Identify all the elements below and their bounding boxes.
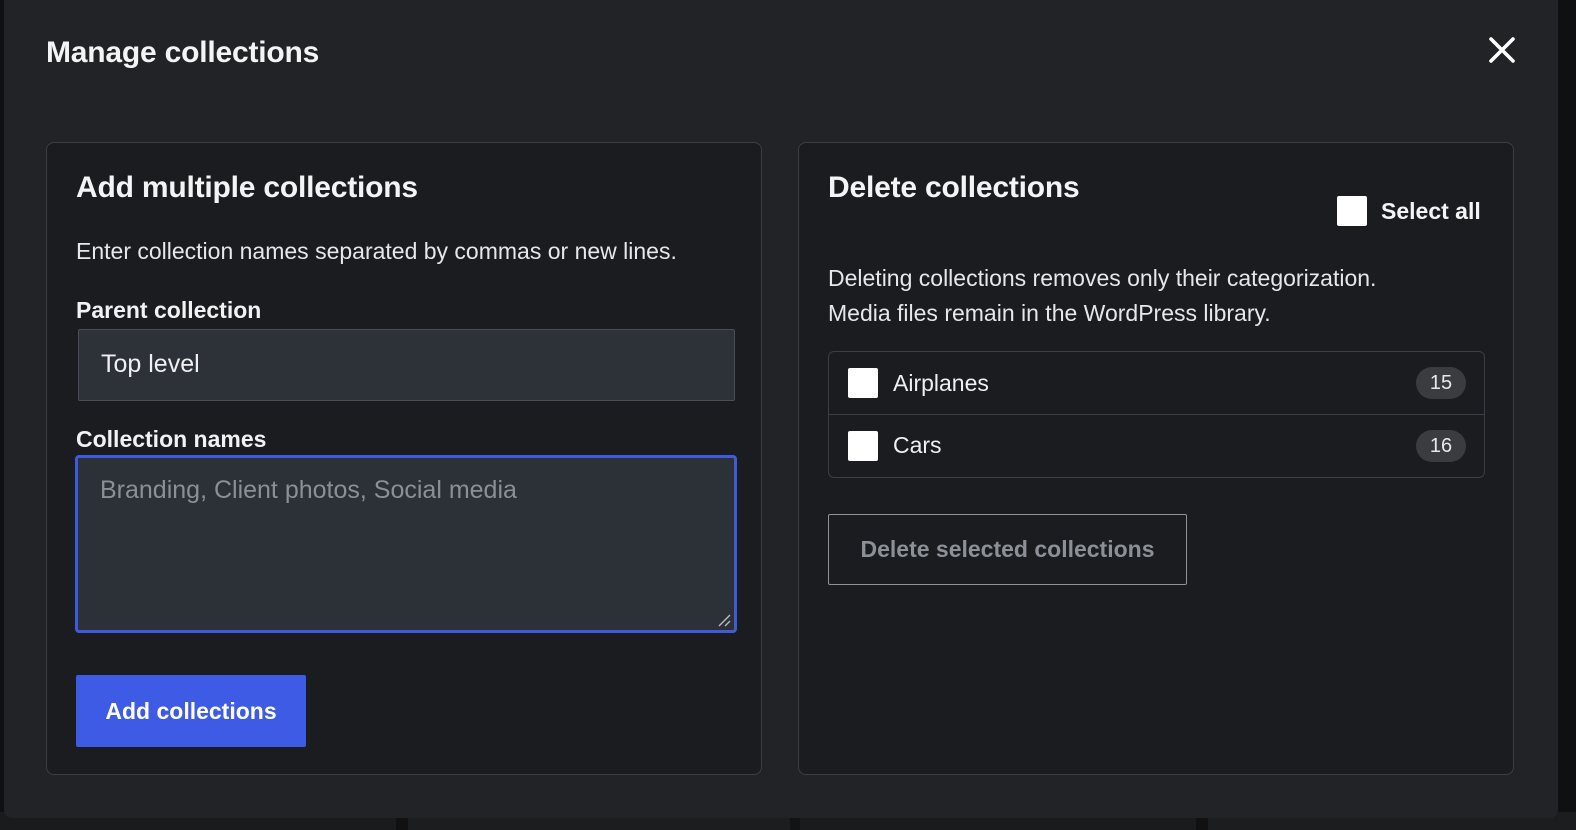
collections-list: Airplanes 15 Cars 16 <box>828 351 1485 478</box>
delete-panel-heading: Delete collections <box>828 171 1080 204</box>
add-collections-panel: Add multiple collections Enter collectio… <box>46 142 762 775</box>
collection-count-badge: 16 <box>1416 430 1466 462</box>
parent-collection-value: Top level <box>101 350 200 378</box>
close-button[interactable] <box>1484 32 1520 68</box>
add-collections-button[interactable]: Add collections <box>76 675 306 747</box>
collection-names-placeholder: Branding, Client photos, Social media <box>100 476 517 504</box>
collection-row-airplanes[interactable]: Airplanes 15 <box>829 352 1484 414</box>
close-icon <box>1489 37 1515 63</box>
delete-collections-panel: Delete collections Select all Deleting c… <box>798 142 1514 775</box>
collection-names-textarea[interactable]: Branding, Client photos, Social media <box>75 455 737 633</box>
resize-grip-icon[interactable] <box>717 613 731 627</box>
add-panel-heading: Add multiple collections <box>76 171 418 204</box>
collection-names-label: Collection names <box>76 426 267 452</box>
collection-name: Airplanes <box>893 369 989 396</box>
select-all-label: Select all <box>1381 197 1481 224</box>
collection-name: Cars <box>893 432 942 458</box>
delete-panel-description: Deleting collections removes only their … <box>828 261 1468 331</box>
modal-title: Manage collections <box>46 36 320 69</box>
collection-checkbox[interactable] <box>848 368 878 398</box>
select-all-toggle[interactable]: Select all <box>1337 196 1481 226</box>
collection-checkbox[interactable] <box>848 430 878 461</box>
collection-row-cars[interactable]: Cars 16 <box>829 414 1484 476</box>
parent-collection-label: Parent collection <box>76 297 262 323</box>
select-all-checkbox[interactable] <box>1337 196 1367 226</box>
add-panel-help-text: Enter collection names separated by comm… <box>76 238 677 264</box>
collection-count-badge: 15 <box>1416 367 1466 399</box>
delete-desc-line-2: Media files remain in the WordPress libr… <box>828 300 1271 326</box>
delete-selected-button[interactable]: Delete selected collections <box>828 514 1187 585</box>
delete-desc-line-1: Deleting collections removes only their … <box>828 265 1377 291</box>
parent-collection-select[interactable]: Top level <box>78 329 735 401</box>
manage-collections-modal: Manage collections Add multiple collecti… <box>4 0 1558 818</box>
